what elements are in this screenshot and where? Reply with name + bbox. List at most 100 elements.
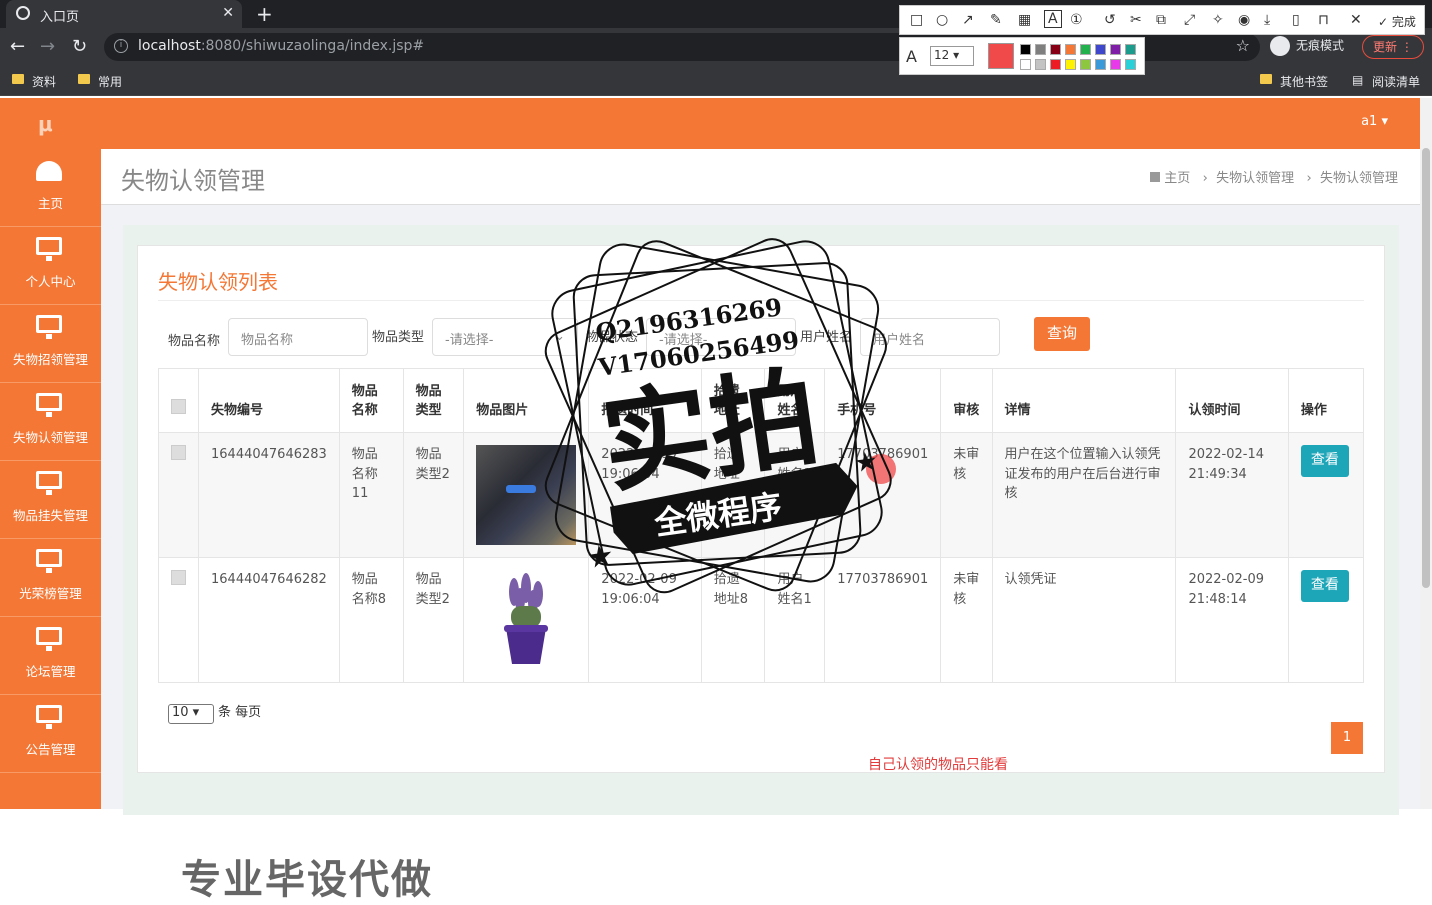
text-tool-icon[interactable]: A (1044, 10, 1062, 28)
number-icon[interactable]: ① (1070, 12, 1083, 28)
bookmark-star-icon[interactable]: ☆ (1236, 36, 1250, 55)
color-swatch[interactable] (1050, 44, 1061, 55)
color-swatch[interactable] (1110, 44, 1121, 55)
color-swatch[interactable] (1065, 59, 1076, 70)
new-tab-icon[interactable]: + (256, 2, 273, 26)
monitor-icon (36, 627, 62, 651)
cell-action: 查看 (1287, 557, 1365, 683)
page-header: 失物认领管理 主页 › 失物认领管理 › 失物认领管理 (101, 149, 1420, 205)
row-checkbox[interactable] (171, 570, 186, 585)
home-icon (1150, 172, 1161, 182)
name-filter-input[interactable]: 物品名称 (228, 318, 368, 356)
sidebar-item-lost[interactable]: 物品挂失管理 (0, 461, 101, 539)
globe-icon (16, 6, 30, 20)
color-swatch[interactable] (1125, 59, 1136, 70)
sidebar-item-label: 公告管理 (25, 742, 76, 757)
folder-icon (12, 74, 24, 84)
cell-detail: 用户在这个位置输入认领凭证发布的用户在后台进行审核 (991, 432, 1177, 558)
sidebar-item-notice[interactable]: 公告管理 (0, 695, 101, 773)
select-all-cell (158, 368, 199, 433)
color-swatch[interactable] (1080, 59, 1091, 70)
view-button[interactable]: 查看 (1300, 570, 1349, 602)
sidebar-item-home[interactable]: 主页 (0, 149, 101, 227)
view-button[interactable]: 查看 (1300, 445, 1349, 477)
column-header: 认领时间 (1175, 368, 1289, 433)
reading-list[interactable]: 阅读清单 (1372, 73, 1420, 90)
back-icon[interactable]: ← (10, 36, 25, 57)
pen-icon[interactable]: ✎ (990, 12, 1002, 28)
color-swatch[interactable] (1020, 44, 1031, 55)
record-icon[interactable]: ◉ (1238, 12, 1250, 28)
column-header: 详情 (991, 368, 1177, 433)
info-icon[interactable]: i (114, 39, 128, 53)
color-swatch[interactable] (1080, 44, 1091, 55)
color-swatch[interactable] (1110, 59, 1121, 70)
name-filter-label: 物品名称 (168, 334, 221, 349)
column-header: 操作 (1287, 368, 1365, 433)
phone-icon[interactable]: ▯ (1292, 12, 1300, 28)
cell-audit: 未审核 (940, 432, 993, 558)
close-icon[interactable]: ✕ (1350, 12, 1362, 28)
select-all-checkbox[interactable] (171, 399, 186, 414)
cut-icon[interactable]: ✂ (1130, 12, 1142, 28)
sidebar-item-found[interactable]: 失物招领管理 (0, 305, 101, 383)
browser-tab[interactable]: 入口页 ✕ (6, 0, 242, 28)
update-button[interactable]: 更新 ⋮ (1362, 35, 1424, 59)
reload-icon[interactable]: ↻ (72, 36, 87, 57)
monitor-icon (36, 705, 62, 729)
sidebar-item-profile[interactable]: 个人中心 (0, 227, 101, 305)
color-swatch[interactable] (1035, 44, 1046, 55)
pagination-page[interactable]: 1 (1331, 722, 1363, 754)
scan-icon[interactable]: ⤢ (1184, 12, 1195, 28)
circle-icon[interactable]: ○ (936, 12, 948, 28)
row-checkbox[interactable] (171, 445, 186, 460)
color-swatch[interactable] (1050, 59, 1061, 70)
arrow-icon[interactable]: ↗ (962, 12, 974, 28)
sidebar-item-label: 个人中心 (25, 274, 76, 289)
breadcrumb-item[interactable]: 失物认领管理 (1216, 171, 1294, 186)
pin-icon[interactable]: ✧ (1212, 12, 1224, 28)
rectangle-icon[interactable]: □ (910, 12, 923, 28)
forward-icon[interactable]: → (40, 36, 55, 57)
bookmarks-bar: 资料 常用 其他书签 ▤ 阅读清单 (0, 66, 1432, 96)
breadcrumb-home[interactable]: 主页 (1164, 171, 1190, 186)
scrollbar-thumb[interactable] (1422, 148, 1430, 588)
other-bookmarks[interactable]: 其他书签 (1280, 73, 1328, 90)
color-swatch[interactable] (1020, 59, 1031, 70)
sidebar-item-forum[interactable]: 论坛管理 (0, 617, 101, 695)
sidebar-item-claims[interactable]: 失物认领管理 (0, 383, 101, 461)
undo-icon[interactable]: ↺ (1104, 12, 1116, 28)
snapshot-toolbar: □ ○ ↗ ✎ ▦ A ① ↺ ✂ ⧉ ⤢ ✧ ◉ ⤓ ▯ ⊓ ✕ ✓ 完成 (899, 5, 1425, 35)
column-header: 物品名称 (338, 368, 404, 433)
row-checkbox-cell (158, 432, 199, 558)
sidebar-item-label: 论坛管理 (25, 664, 76, 679)
color-swatch[interactable] (1065, 44, 1076, 55)
tab-title: 入口页 (40, 10, 80, 25)
done-button[interactable]: ✓ 完成 (1378, 13, 1416, 30)
stamp-watermark: Q2196316269 V17060256499 实拍 全微程序 ★ ★ (528, 235, 906, 595)
color-swatch[interactable] (1125, 44, 1136, 55)
sidebar-item-label: 失物招领管理 (12, 352, 88, 367)
tab-close-icon[interactable]: ✕ (222, 5, 234, 21)
stamp-graphic: Q2196316269 V17060256499 实拍 全微程序 ★ ★ (544, 238, 892, 594)
color-swatch[interactable] (1095, 44, 1106, 55)
page-size-select[interactable]: 10 ▾ (168, 704, 214, 724)
bookmark-icon[interactable]: ⊓ (1318, 12, 1329, 28)
user-menu[interactable]: a1 ▾ (1361, 114, 1388, 129)
download-icon[interactable]: ⤓ (1264, 12, 1270, 28)
page-scrollbar[interactable] (1420, 98, 1432, 809)
font-size-select[interactable]: 12 ▾ (930, 46, 974, 66)
bookmark-folder-1[interactable]: 资料 (32, 73, 56, 90)
selected-color-swatch[interactable] (988, 43, 1014, 69)
mosaic-icon[interactable]: ▦ (1018, 12, 1031, 28)
sidebar-item-honor[interactable]: 光荣榜管理 (0, 539, 101, 617)
translate-icon[interactable]: ⧉ (1156, 12, 1166, 28)
incognito-indicator[interactable]: 无痕模式 (1270, 36, 1344, 56)
sidebar: 主页 个人中心 失物招领管理 失物认领管理 物品挂失管理 光荣榜管理 论坛管理 … (0, 149, 101, 809)
reading-list-icon[interactable]: ▤ (1352, 73, 1363, 87)
color-swatch[interactable] (1095, 59, 1106, 70)
query-button[interactable]: 查询 (1034, 317, 1090, 351)
cell-action: 查看 (1287, 432, 1365, 558)
bookmark-folder-2[interactable]: 常用 (98, 73, 122, 90)
color-swatch[interactable] (1035, 59, 1046, 70)
